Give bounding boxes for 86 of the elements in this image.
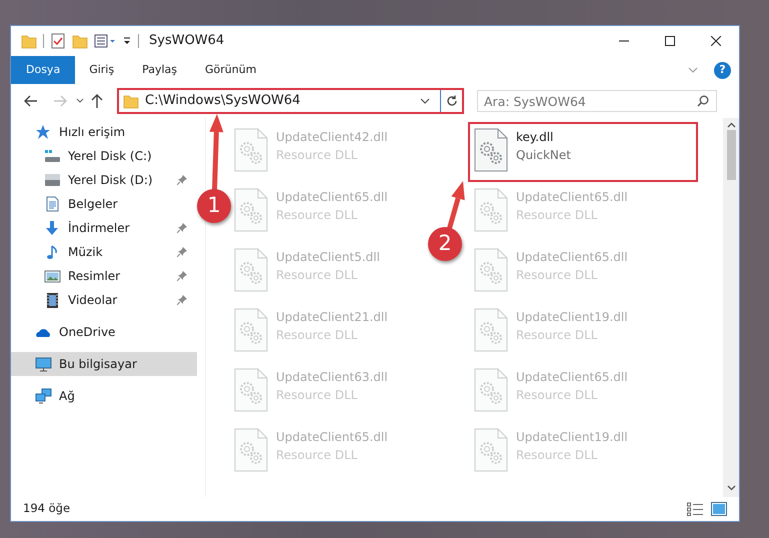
- sidebar-item[interactable]: Hızlı erişim: [11, 120, 197, 144]
- folder-icon: [123, 93, 139, 109]
- file-type: QuickNet: [516, 147, 571, 164]
- drive-icon: [44, 172, 61, 188]
- file-gears-icon: [474, 188, 508, 232]
- search-icon[interactable]: [697, 95, 709, 107]
- pin-icon[interactable]: [177, 247, 187, 257]
- file-gears-icon: [474, 128, 508, 172]
- sidebar-item[interactable]: Yerel Disk (D:): [11, 168, 197, 192]
- file-gears-icon: [234, 308, 268, 352]
- properties-icon[interactable]: [94, 33, 116, 49]
- sidebar-item[interactable]: Yerel Disk (C:): [11, 144, 197, 168]
- refresh-icon: [446, 95, 458, 107]
- pin-icon[interactable]: [177, 223, 187, 233]
- file-name: UpdateClient65.dll: [276, 189, 388, 206]
- address-field[interactable]: C:\Windows\SysWOW64: [117, 88, 464, 114]
- sidebar-item[interactable]: İndirmeler: [11, 216, 197, 240]
- file-type: Resource DLL: [516, 387, 598, 404]
- file-type: Resource DLL: [516, 267, 598, 284]
- help-button[interactable]: ?: [714, 62, 731, 78]
- file-gears-icon: [234, 428, 268, 472]
- file-name: UpdateClient65.dll: [516, 369, 628, 386]
- scrollbar[interactable]: [723, 118, 739, 497]
- drive-icon: [44, 148, 61, 164]
- monitor-icon: [35, 356, 52, 372]
- pin-icon[interactable]: [177, 295, 187, 305]
- file-name: UpdateClient65.dll: [516, 189, 628, 206]
- file-type: Resource DLL: [276, 447, 358, 464]
- network-icon: [35, 388, 52, 404]
- star-icon: [35, 124, 52, 140]
- file-gears-icon: [234, 368, 268, 412]
- ribbon-tab[interactable]: Dosya: [11, 56, 76, 84]
- file-gears-icon: [474, 248, 508, 292]
- file-gears-icon: [234, 128, 268, 172]
- sidebar-item[interactable]: Belgeler: [11, 192, 197, 216]
- large-icons-view-icon[interactable]: [711, 502, 727, 516]
- document-icon: [44, 196, 61, 212]
- scroll-up-icon[interactable]: [726, 122, 736, 128]
- details-view-icon[interactable]: [687, 502, 703, 516]
- file-type: Resource DLL: [516, 327, 598, 344]
- sidebar-item[interactable]: Resimler: [11, 264, 197, 288]
- file-name: UpdateClient19.dll: [516, 309, 628, 326]
- checklist-icon[interactable]: [50, 33, 66, 49]
- picture-icon: [44, 268, 61, 284]
- file-type: Resource DLL: [276, 327, 358, 344]
- address-path: C:\Windows\SysWOW64: [145, 92, 302, 110]
- file-gears-icon: [474, 308, 508, 352]
- file-name: UpdateClient63.dll: [276, 369, 388, 386]
- file-item[interactable]: key.dll QuickNet: [470, 124, 696, 180]
- ribbon-tab[interactable]: Giriş: [75, 56, 128, 84]
- file-name: UpdateClient5.dll: [276, 249, 380, 266]
- pin-icon[interactable]: [177, 175, 187, 185]
- sidebar-item[interactable]: OneDrive: [11, 320, 197, 344]
- sidebar-item[interactable]: Bu bilgisayar: [11, 352, 197, 376]
- search-field[interactable]: Ara: SysWOW64: [477, 90, 717, 112]
- sidebar-item[interactable]: Ağ: [11, 384, 197, 408]
- download-arrow-icon: [44, 220, 61, 236]
- file-gears-icon: [234, 248, 268, 292]
- file-type: Resource DLL: [276, 207, 358, 224]
- close-icon[interactable]: [711, 36, 721, 46]
- sidebar-item[interactable]: Videolar: [11, 288, 197, 312]
- sidebar-item[interactable]: Müzik: [11, 240, 197, 264]
- ribbon-tab[interactable]: Paylaş: [128, 56, 191, 84]
- scrollbar-thumb[interactable]: [726, 130, 736, 180]
- pin-icon[interactable]: [177, 271, 187, 281]
- file-name: UpdateClient65.dll: [516, 249, 628, 266]
- file-name: UpdateClient21.dll: [276, 309, 388, 326]
- scroll-down-icon[interactable]: [726, 485, 736, 491]
- file-type: Resource DLL: [516, 447, 598, 464]
- ribbon-tab[interactable]: Görünüm: [191, 56, 270, 84]
- file-type: Resource DLL: [516, 207, 598, 224]
- file-type: Resource DLL: [276, 387, 358, 404]
- file-type: Resource DLL: [276, 267, 358, 284]
- file-name: UpdateClient65.dll: [276, 429, 388, 446]
- file-name: UpdateClient19.dll: [516, 429, 628, 446]
- file-name: key.dll: [516, 129, 554, 146]
- file-gears-icon: [474, 368, 508, 412]
- film-icon: [44, 292, 61, 308]
- window-title: SysWOW64: [149, 32, 224, 50]
- file-gears-icon: [474, 428, 508, 472]
- file-type: Resource DLL: [276, 147, 358, 164]
- item-count: 194 öğe: [23, 500, 70, 518]
- maximize-icon[interactable]: [665, 36, 675, 46]
- file-name: UpdateClient42.dll: [276, 129, 388, 146]
- chevron-down-icon[interactable]: [420, 98, 430, 104]
- file-gears-icon: [234, 188, 268, 232]
